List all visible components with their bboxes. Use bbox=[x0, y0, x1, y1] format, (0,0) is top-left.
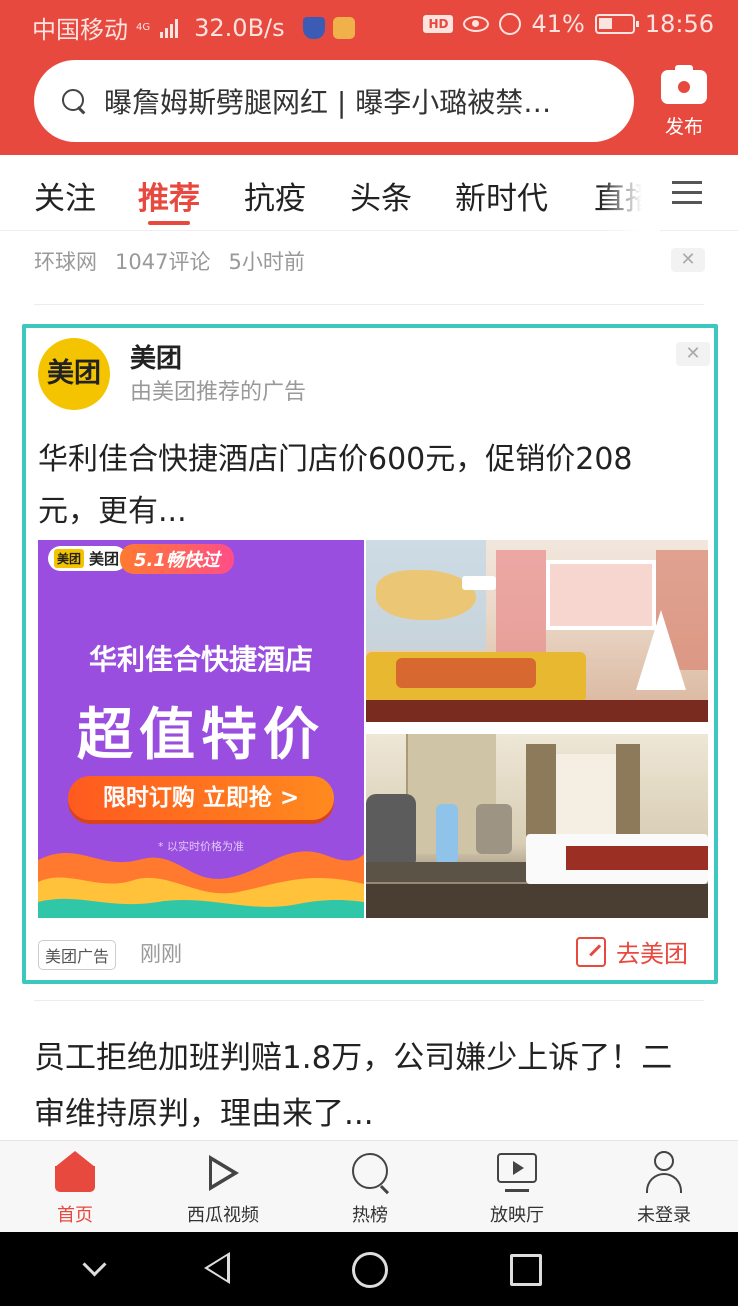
active-tab-indicator bbox=[148, 221, 190, 225]
signal-icon bbox=[160, 18, 179, 38]
tab-recommend[interactable]: 推荐 bbox=[138, 173, 200, 218]
carrier-label: 中国移动 bbox=[32, 16, 128, 44]
nav-theater-label: 放映厅 bbox=[490, 1205, 544, 1226]
channel-tabs: 关注 推荐 抗疫 头条 新时代 直播 bbox=[0, 155, 738, 231]
status-bar: 中国移动 4G 32.0B/s HD 41% 18:56 bbox=[0, 0, 738, 50]
nav-profile[interactable]: 未登录 bbox=[604, 1151, 724, 1227]
nav-xigua-label: 西瓜视频 bbox=[187, 1205, 259, 1226]
alarm-icon bbox=[499, 13, 522, 35]
system-nav-bar bbox=[0, 1232, 738, 1306]
back-icon[interactable] bbox=[176, 1232, 256, 1306]
hide-nav-icon[interactable] bbox=[56, 1232, 136, 1306]
item-time: 5小时前 bbox=[228, 250, 305, 274]
nav-home-label: 首页 bbox=[57, 1205, 93, 1226]
publish-button[interactable]: 发布 bbox=[654, 64, 714, 144]
tv-icon bbox=[495, 1151, 539, 1195]
ad-card[interactable]: 美团 美团 由美团推荐的广告 ✕ 华利佳合快捷酒店门店价600元，促销价208元… bbox=[22, 324, 718, 984]
divider bbox=[34, 304, 704, 305]
goto-meituan-label: 去美团 bbox=[616, 940, 688, 968]
home-icon bbox=[53, 1151, 97, 1195]
ad-image[interactable]: 美团 美团 5.1畅快过 华利佳合快捷酒店 超值特价 限时订购 立即抢 > * 以… bbox=[38, 540, 708, 918]
top-header: 中国移动 4G 32.0B/s HD 41% 18:56 曝詹姆斯劈腿网红 | … bbox=[0, 0, 738, 155]
promo-hotel-name: 华利佳合快捷酒店 bbox=[88, 643, 313, 676]
goto-meituan-button[interactable]: 去美团 bbox=[576, 934, 688, 969]
wallet-card-icon bbox=[332, 16, 355, 39]
nav-home[interactable]: 首页 bbox=[15, 1151, 135, 1227]
nav-profile-label: 未登录 bbox=[637, 1205, 691, 1226]
item-source: 环球网 bbox=[34, 250, 97, 274]
search-bar[interactable]: 曝詹姆斯劈腿网红 | 曝李小璐被禁… bbox=[34, 60, 634, 142]
clock: 18:56 bbox=[644, 10, 714, 38]
promo-cta-button: 限时订购 立即抢 > bbox=[68, 776, 334, 820]
play-icon bbox=[201, 1151, 245, 1195]
promo-brand-logo: 美团 美团 bbox=[48, 546, 128, 571]
network-speed: 32.0B/s bbox=[194, 13, 285, 42]
recent-apps-icon[interactable] bbox=[486, 1232, 566, 1306]
home-button-icon[interactable] bbox=[330, 1232, 410, 1306]
article-title[interactable]: 员工拒绝加班判赔1.8万，公司嫌少上诉了！二审维持原判，理由来了... bbox=[34, 1030, 694, 1142]
security-shield-icon bbox=[302, 16, 325, 39]
nav-hot-label: 热榜 bbox=[352, 1205, 388, 1226]
battery-percent: 41% bbox=[531, 10, 585, 38]
promo-badge: 5.1畅快过 bbox=[120, 544, 234, 574]
tab-fade bbox=[600, 155, 660, 231]
bottom-nav: 首页 西瓜视频 热榜 放映厅 未登录 bbox=[0, 1140, 738, 1232]
ad-subtitle: 由美团推荐的广告 bbox=[130, 380, 307, 405]
trending-icon bbox=[348, 1151, 392, 1195]
ad-label: 美团广告 bbox=[38, 940, 117, 970]
promo-note: * 以实时价格为准 bbox=[158, 840, 244, 853]
camera-icon bbox=[661, 64, 707, 104]
user-icon bbox=[642, 1151, 686, 1195]
hotel-room-photo bbox=[366, 540, 708, 722]
tab-headlines[interactable]: 头条 bbox=[350, 173, 412, 218]
nav-theater[interactable]: 放映厅 bbox=[457, 1151, 577, 1227]
eye-comfort-icon bbox=[463, 16, 490, 32]
ad-title[interactable]: 华利佳合快捷酒店门店价600元，促销价208元，更有... bbox=[38, 434, 678, 538]
advertiser-name[interactable]: 美团 bbox=[130, 338, 182, 375]
ad-dismiss-icon[interactable]: ✕ bbox=[676, 342, 710, 366]
hotel-room-photo-2 bbox=[366, 734, 708, 918]
nav-xigua-video[interactable]: 西瓜视频 bbox=[163, 1151, 283, 1227]
search-suggestion[interactable]: 曝詹姆斯劈腿网红 | 曝李小璐被禁… bbox=[104, 81, 589, 121]
tab-follow[interactable]: 关注 bbox=[34, 173, 96, 218]
search-icon bbox=[60, 87, 88, 115]
channel-menu-icon[interactable] bbox=[672, 179, 702, 205]
battery-icon bbox=[594, 14, 639, 34]
item-comments[interactable]: 1047评论 bbox=[115, 246, 210, 276]
nav-hot-list[interactable]: 热榜 bbox=[310, 1151, 430, 1227]
tab-new-era[interactable]: 新时代 bbox=[455, 173, 548, 218]
dismiss-icon[interactable]: ✕ bbox=[671, 248, 705, 272]
publish-label: 发布 bbox=[664, 116, 703, 138]
ad-time: 刚刚 bbox=[140, 942, 182, 966]
divider bbox=[34, 1000, 704, 1001]
promo-banner: 美团 美团 5.1畅快过 华利佳合快捷酒店 超值特价 限时订购 立即抢 > * 以… bbox=[38, 540, 364, 918]
tab-anti-epidemic[interactable]: 抗疫 bbox=[244, 173, 306, 218]
hd-indicator: HD bbox=[423, 15, 454, 33]
promo-headline: 超值特价 bbox=[77, 703, 325, 768]
advertiser-logo[interactable]: 美团 bbox=[38, 338, 110, 410]
external-link-icon bbox=[576, 936, 606, 967]
previous-item-meta: 环球网 1047评论 5小时前 bbox=[34, 246, 305, 276]
network-type: 4G bbox=[136, 21, 151, 33]
